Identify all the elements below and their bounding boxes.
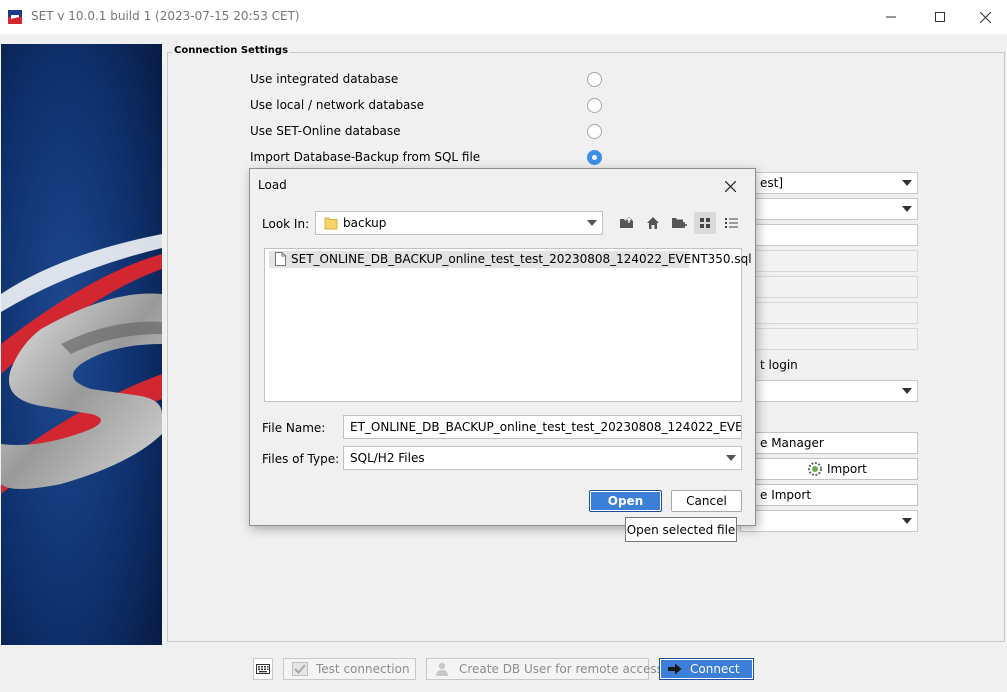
- minimize-button[interactable]: [868, 0, 914, 34]
- chevron-down-icon: [902, 206, 912, 212]
- close-icon: [724, 180, 736, 192]
- connect-button[interactable]: Connect: [659, 658, 754, 680]
- login-combo[interactable]: [740, 380, 918, 402]
- test-connection-label: Test connection: [316, 662, 410, 676]
- app-logo-icon: [8, 10, 22, 24]
- files-of-type-combo[interactable]: SQL/H2 Files: [343, 446, 742, 470]
- list-item[interactable]: SET_ONLINE_DB_BACKUP_online_test_test_20…: [269, 251, 752, 269]
- chevron-down-icon: [902, 388, 912, 394]
- home-button[interactable]: [642, 212, 664, 234]
- new-folder-button[interactable]: [668, 212, 690, 234]
- file-name-value: ET_ONLINE_DB_BACKUP_online_test_test_202…: [350, 420, 742, 434]
- file-item-name: SET_ONLINE_DB_BACKUP_online_test_test_20…: [291, 252, 752, 266]
- auto-login-label: t login: [760, 358, 798, 372]
- load-dialog: Load Look In: backup SET_ONLINE_DB_BACKU…: [249, 168, 756, 526]
- dialog-title: Load: [258, 178, 287, 192]
- maximize-icon: [935, 12, 945, 22]
- checkmark-icon: [292, 662, 308, 676]
- list-view-icon: [724, 218, 738, 228]
- option-local-network-radio[interactable]: [587, 98, 602, 113]
- connection-settings-legend: Connection Settings: [172, 45, 291, 56]
- option-set-online-label: Use SET-Online database: [250, 124, 401, 138]
- file-name-label: File Name:: [262, 421, 326, 435]
- title-bar: SET v 10.0.1 build 1 (2023-07-15 20:53 C…: [0, 0, 1007, 34]
- import-button-label: Import: [827, 462, 867, 476]
- chevron-down-icon: [902, 180, 912, 186]
- manager-button-label: e Manager: [760, 436, 824, 450]
- grid-view-button[interactable]: [694, 212, 716, 234]
- home-icon: [647, 217, 659, 229]
- open-button[interactable]: Open: [589, 490, 662, 512]
- test-connection-button[interactable]: Test connection: [283, 658, 416, 680]
- option-set-online-radio[interactable]: [587, 124, 602, 139]
- keyboard-icon: [256, 664, 270, 674]
- gear-icon: [807, 461, 823, 480]
- user-add-icon: [435, 661, 451, 677]
- style-combo[interactable]: [740, 510, 918, 532]
- option-integrated-radio[interactable]: [587, 72, 602, 87]
- open-tooltip: Open selected file: [625, 517, 737, 542]
- keyboard-button[interactable]: [253, 658, 273, 680]
- schema-field: [740, 328, 918, 350]
- option-import-backup-label: Import Database-Backup from SQL file: [250, 150, 481, 164]
- files-of-type-value: SQL/H2 Files: [350, 451, 425, 465]
- port-field: [740, 250, 918, 272]
- chevron-down-icon: [587, 220, 597, 226]
- create-db-user-button[interactable]: Create DB User for remote access: [426, 658, 663, 680]
- file-list[interactable]: SET_ONLINE_DB_BACKUP_online_test_test_20…: [264, 248, 752, 402]
- option-local-network-label: Use local / network database: [250, 98, 425, 112]
- host-field[interactable]: [740, 224, 918, 246]
- maximize-button[interactable]: [917, 0, 963, 34]
- look-in-label: Look In:: [262, 217, 310, 231]
- folder-icon: [324, 216, 338, 233]
- look-in-value: backup: [343, 216, 387, 230]
- server-combo[interactable]: [740, 198, 918, 220]
- arrow-right-icon: [668, 663, 682, 675]
- list-view-button[interactable]: [720, 212, 742, 234]
- connect-label: Connect: [690, 662, 740, 676]
- remote-import-button-label: e Import: [760, 488, 812, 502]
- user-field: [740, 276, 918, 298]
- chevron-down-icon: [902, 518, 912, 524]
- dialog-close-button[interactable]: [720, 176, 740, 196]
- chevron-down-icon: [726, 455, 736, 461]
- create-db-user-label: Create DB User for remote access: [459, 662, 663, 676]
- brand-banner-image: [1, 44, 162, 645]
- minimize-icon: [886, 16, 896, 18]
- grid-view-icon: [700, 218, 710, 228]
- option-import-backup-radio[interactable]: [587, 150, 602, 165]
- database-combo-text: est]: [760, 176, 784, 190]
- up-one-level-button[interactable]: [616, 212, 638, 234]
- password-field: [740, 302, 918, 324]
- cancel-button[interactable]: Cancel: [671, 490, 742, 512]
- folder-up-icon: [620, 216, 633, 228]
- window-title: SET v 10.0.1 build 1 (2023-07-15 20:53 C…: [31, 9, 300, 23]
- close-window-button[interactable]: [962, 0, 1007, 34]
- look-in-combo[interactable]: backup: [315, 211, 603, 235]
- option-integrated-label: Use integrated database: [250, 72, 399, 86]
- new-folder-icon: [672, 218, 687, 228]
- close-icon: [979, 11, 991, 23]
- file-icon: [275, 252, 286, 269]
- file-name-input[interactable]: ET_ONLINE_DB_BACKUP_online_test_test_202…: [343, 415, 742, 439]
- files-of-type-label: Files of Type:: [262, 452, 340, 466]
